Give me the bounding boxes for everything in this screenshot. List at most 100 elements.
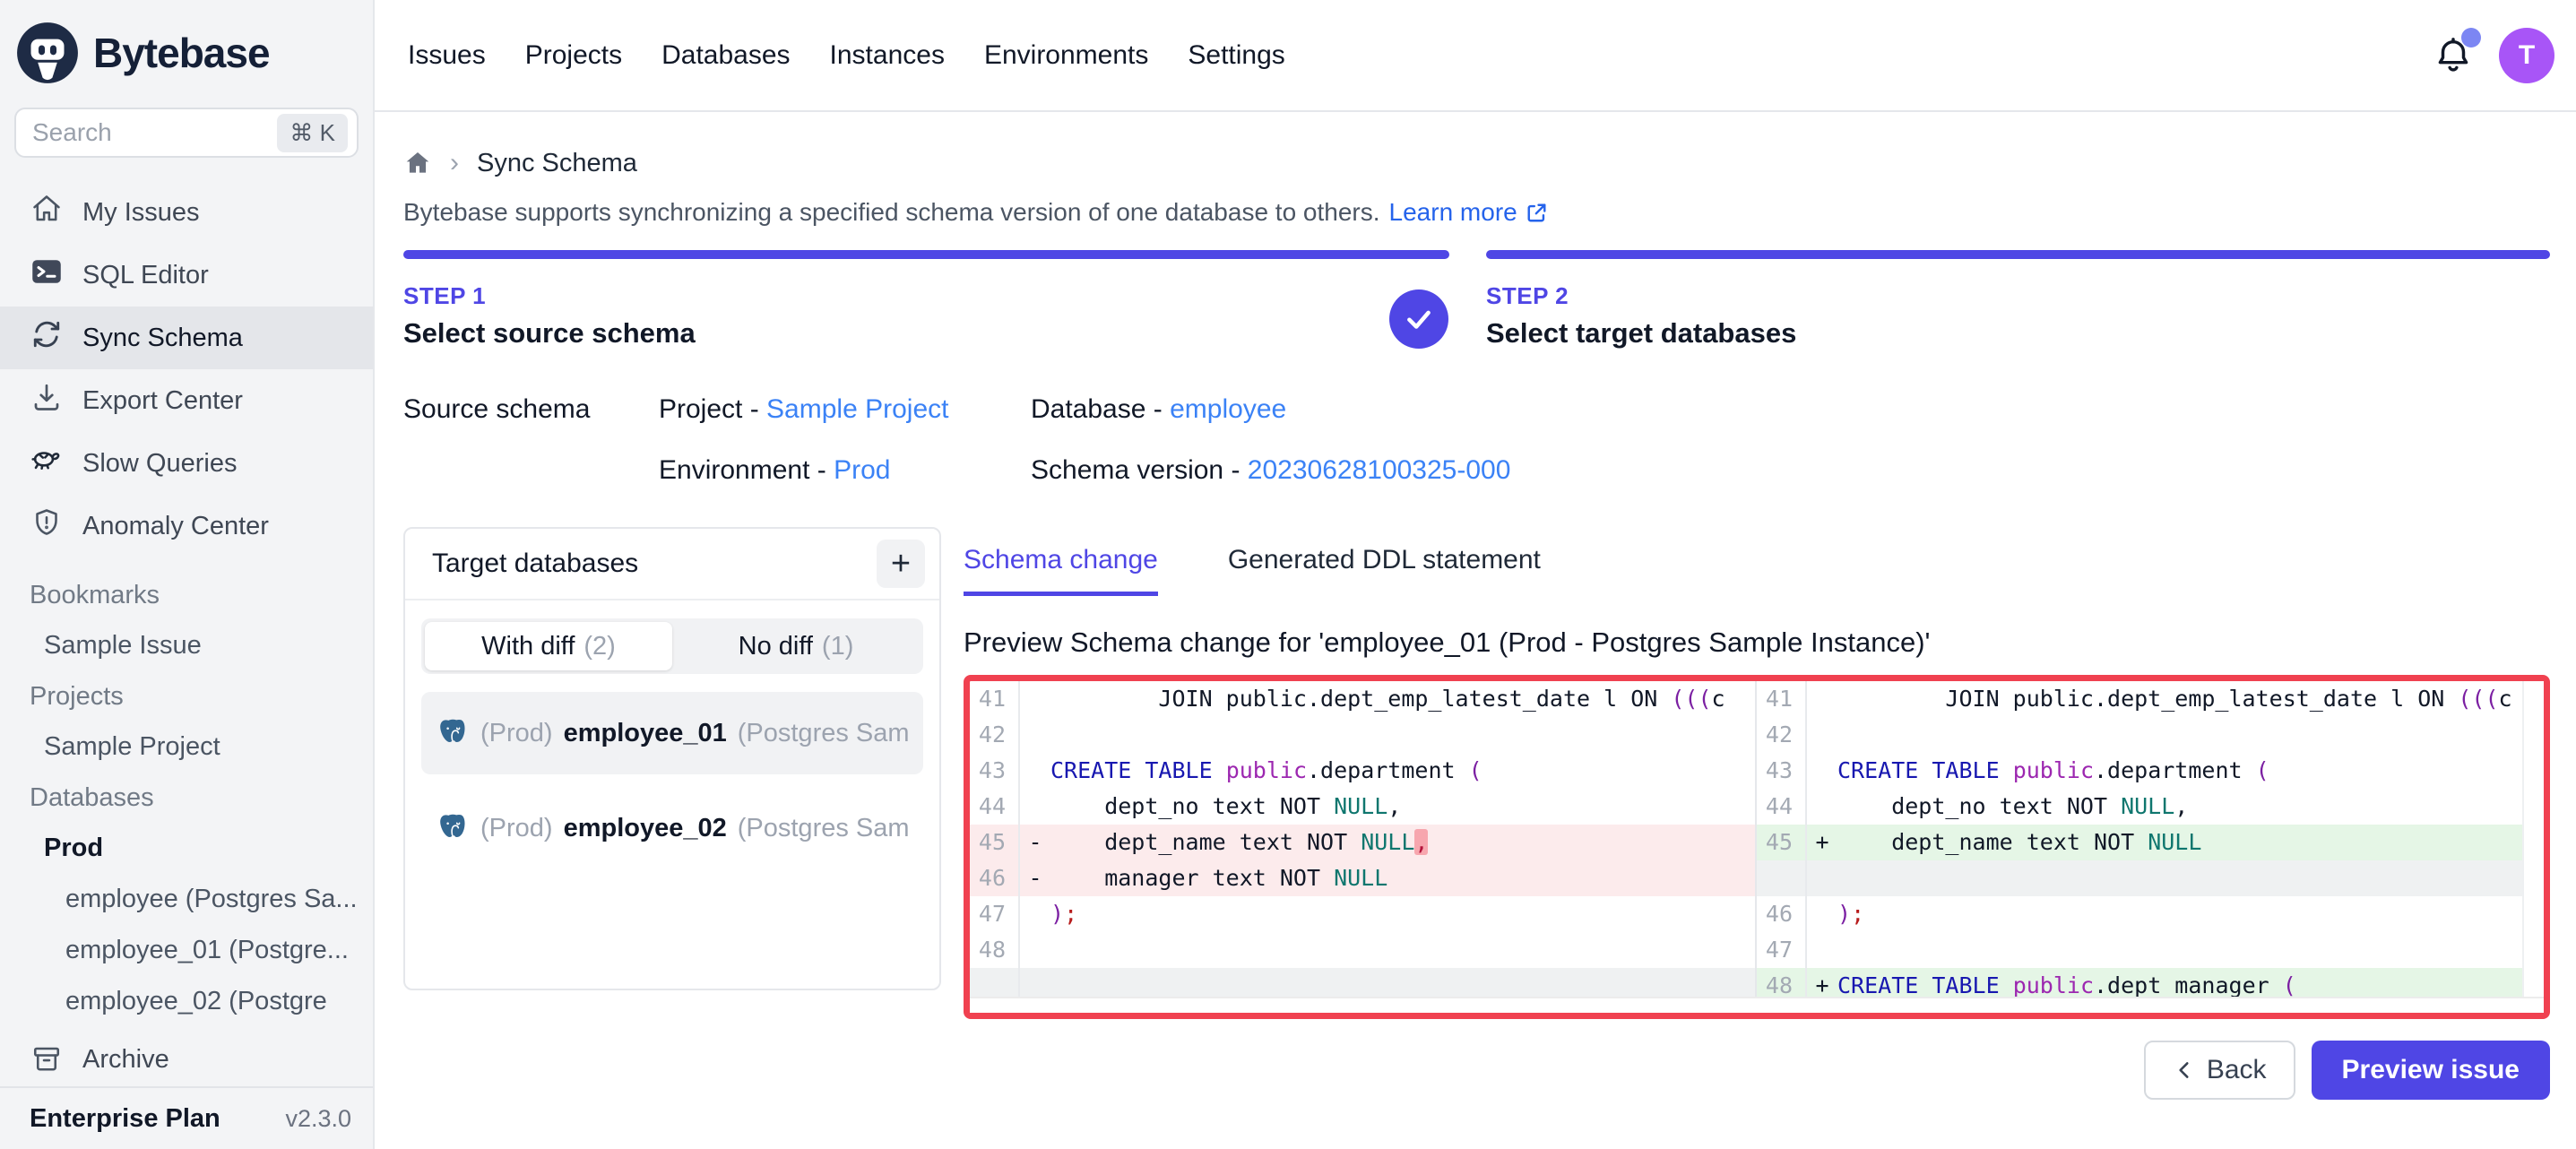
section-title-projects: Projects	[0, 671, 373, 721]
tab-schema-change[interactable]: Schema change	[964, 545, 1158, 596]
diff-scrollbar-gutter[interactable]	[2522, 681, 2544, 997]
sidebar-item-slow-queries[interactable]: Slow Queries	[0, 432, 373, 495]
sync-icon	[30, 318, 63, 358]
sidebar-item-label: My Issues	[82, 198, 200, 228]
notifications-button[interactable]	[2433, 35, 2474, 76]
step-2-progress-bar	[1486, 250, 2550, 259]
unread-dot	[2461, 28, 2481, 48]
diff-pane-source[interactable]: 41 JOIN public.dept_emp_latest_date l ON…	[970, 681, 1757, 997]
wizard-footer: Back Preview issue	[964, 1041, 2550, 1100]
project-link[interactable]: Sample Project	[766, 394, 948, 424]
home-icon[interactable]	[403, 149, 432, 177]
nav-item-projects[interactable]: Projects	[525, 40, 622, 71]
sidebar-item-label: Sync Schema	[82, 324, 243, 353]
diff-row: 41 JOIN public.dept_emp_latest_date l ON…	[1757, 681, 2544, 717]
tree-item-employee-01-postgre[interactable]: employee_01 (Postgre...	[0, 925, 373, 976]
source-schema-label: Source schema	[403, 394, 659, 425]
tree-item-sample-project[interactable]: Sample Project	[0, 721, 373, 773]
database-link[interactable]: employee	[1170, 394, 1286, 424]
diff-marker	[1020, 968, 1050, 997]
diff-row: 48+CREATE TABLE public.dept_manager (	[1757, 968, 2544, 997]
sidebar-item-label: Slow Queries	[82, 449, 237, 479]
bytebase-logo[interactable]: Bytebase	[0, 0, 373, 95]
home-icon	[30, 193, 63, 232]
code-line	[1837, 860, 2544, 896]
terminal-icon	[30, 255, 63, 295]
step-2-label: STEP 2	[1486, 282, 2550, 310]
archive-label: Archive	[82, 1045, 169, 1075]
back-button[interactable]: Back	[2144, 1041, 2295, 1100]
nav-item-issues[interactable]: Issues	[408, 40, 486, 71]
sidebar-item-archive[interactable]: Archive	[0, 1032, 373, 1086]
code-line: dept_name text NOT NULL	[1837, 825, 2544, 860]
diff-row: 42	[1757, 717, 2544, 753]
line-number: 48	[970, 932, 1020, 968]
plan-version: v2.3.0	[285, 1105, 351, 1133]
add-target-database-button[interactable]: +	[877, 540, 925, 588]
bytebase-logo-icon	[14, 20, 81, 86]
step-1-label: STEP 1	[403, 282, 1449, 310]
plan-name: Enterprise Plan	[30, 1104, 220, 1134]
step-1-title: Select source schema	[403, 317, 1449, 350]
target-db-row-employee-01[interactable]: (Prod)employee_01(Postgres Sampl...	[421, 692, 923, 774]
code-line	[1050, 932, 1755, 968]
diff-marker: +	[1807, 825, 1837, 860]
line-number: 41	[1757, 681, 1807, 717]
diff-filter-segmented-control: With diff(2)No diff(1)	[421, 618, 923, 674]
segment-with-diff[interactable]: With diff(2)	[425, 622, 672, 670]
field-environment-name: Environment	[659, 455, 809, 485]
field-schema-version-name: Schema version	[1031, 455, 1223, 485]
diff-row: 44 dept_no text NOT NULL,	[970, 789, 1755, 825]
sidebar-item-my-issues[interactable]: My Issues	[0, 181, 373, 244]
db-instance: (Postgres Sampl...	[738, 719, 909, 748]
tree-item-employee-postgres-sa[interactable]: employee (Postgres Sa...	[0, 874, 373, 925]
preview-issue-button[interactable]: Preview issue	[2312, 1041, 2550, 1100]
diff-marker	[1807, 860, 1837, 896]
diff-horizontal-scrollbar[interactable]	[970, 997, 2544, 1013]
segment-no-diff[interactable]: No diff(1)	[672, 622, 920, 670]
code-line	[1050, 717, 1755, 753]
target-db-row-employee-02[interactable]: (Prod)employee_02(Postgres Samp...	[421, 787, 923, 869]
avatar[interactable]: T	[2499, 28, 2554, 83]
intro-description: Bytebase supports synchronizing a specif…	[403, 198, 1380, 227]
diff-marker	[1807, 681, 1837, 717]
step-indicator: STEP 1 Select source schema STEP 2 Selec…	[403, 250, 2550, 350]
line-number: 43	[1757, 753, 1807, 789]
target-panel-header: Target databases +	[405, 529, 939, 600]
nav-item-environments[interactable]: Environments	[984, 40, 1148, 71]
sidebar-item-export-center[interactable]: Export Center	[0, 369, 373, 432]
plan-bar: Enterprise Plan v2.3.0	[0, 1086, 373, 1149]
sidebar-item-sync-schema[interactable]: Sync Schema	[0, 307, 373, 369]
nav-item-instances[interactable]: Instances	[830, 40, 945, 71]
target-panel-title: Target databases	[432, 549, 638, 579]
line-number: 47	[1757, 932, 1807, 968]
search-box[interactable]: ⌘ K	[14, 108, 359, 158]
nav-item-databases[interactable]: Databases	[661, 40, 790, 71]
sidebar-sections: BookmarksSample IssueProjectsSample Proj…	[0, 570, 373, 1032]
tab-generated-ddl-statement[interactable]: Generated DDL statement	[1228, 545, 1541, 596]
field-database: Database - employee	[1031, 394, 2550, 425]
environment-link[interactable]: Prod	[834, 455, 890, 485]
diff-row: 41 JOIN public.dept_emp_latest_date l ON…	[970, 681, 1755, 717]
schema-version-link[interactable]: 20230628100325-000	[1248, 455, 1511, 485]
step-1-done-badge	[1389, 289, 1448, 349]
line-number: 46	[1757, 896, 1807, 932]
nav-item-settings[interactable]: Settings	[1188, 40, 1284, 71]
tree-item-prod[interactable]: Prod	[0, 823, 373, 874]
tree-item-employee-02-postgre[interactable]: employee_02 (Postgre	[0, 976, 373, 1027]
target-database-list: (Prod)employee_01(Postgres Sampl... (Prod…	[405, 674, 939, 869]
code-line: CREATE TABLE public.department (	[1837, 753, 2544, 789]
field-project: Project - Sample Project	[659, 394, 1031, 425]
search-shortcut-badge: ⌘ K	[277, 114, 348, 152]
line-number: 42	[970, 717, 1020, 753]
search-input[interactable]	[32, 118, 277, 147]
diff-pane-target[interactable]: 41 JOIN public.dept_emp_latest_date l ON…	[1757, 681, 2544, 997]
code-line: dept_name text NOT NULL,	[1050, 825, 1755, 860]
postgres-icon	[436, 811, 470, 845]
sidebar-item-sql-editor[interactable]: SQL Editor	[0, 244, 373, 307]
sidebar-item-anomaly-center[interactable]: Anomaly Center	[0, 495, 373, 557]
tree-item-sample-issue[interactable]: Sample Issue	[0, 620, 373, 671]
learn-more-link[interactable]: Learn more	[1389, 198, 1549, 227]
step-2-block: STEP 2 Select target databases	[1486, 250, 2550, 350]
postgres-icon	[436, 716, 470, 750]
